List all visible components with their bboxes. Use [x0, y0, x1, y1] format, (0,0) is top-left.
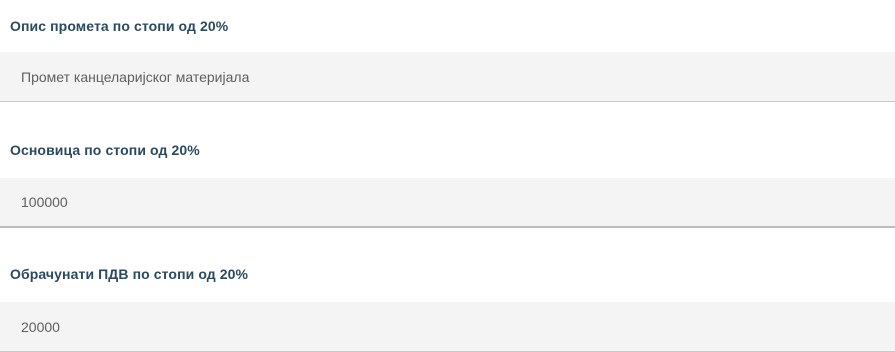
calculated-vat-label: Обрачунати ПДВ по стопи од 20% [10, 266, 249, 282]
turnover-description-label: Опис промета по стопи од 20% [10, 18, 229, 34]
turnover-description-input[interactable] [0, 52, 895, 102]
tax-base-input[interactable] [0, 178, 895, 228]
tax-base-label: Основица по стопи од 20% [10, 142, 200, 158]
calculated-vat-input[interactable] [0, 302, 895, 352]
